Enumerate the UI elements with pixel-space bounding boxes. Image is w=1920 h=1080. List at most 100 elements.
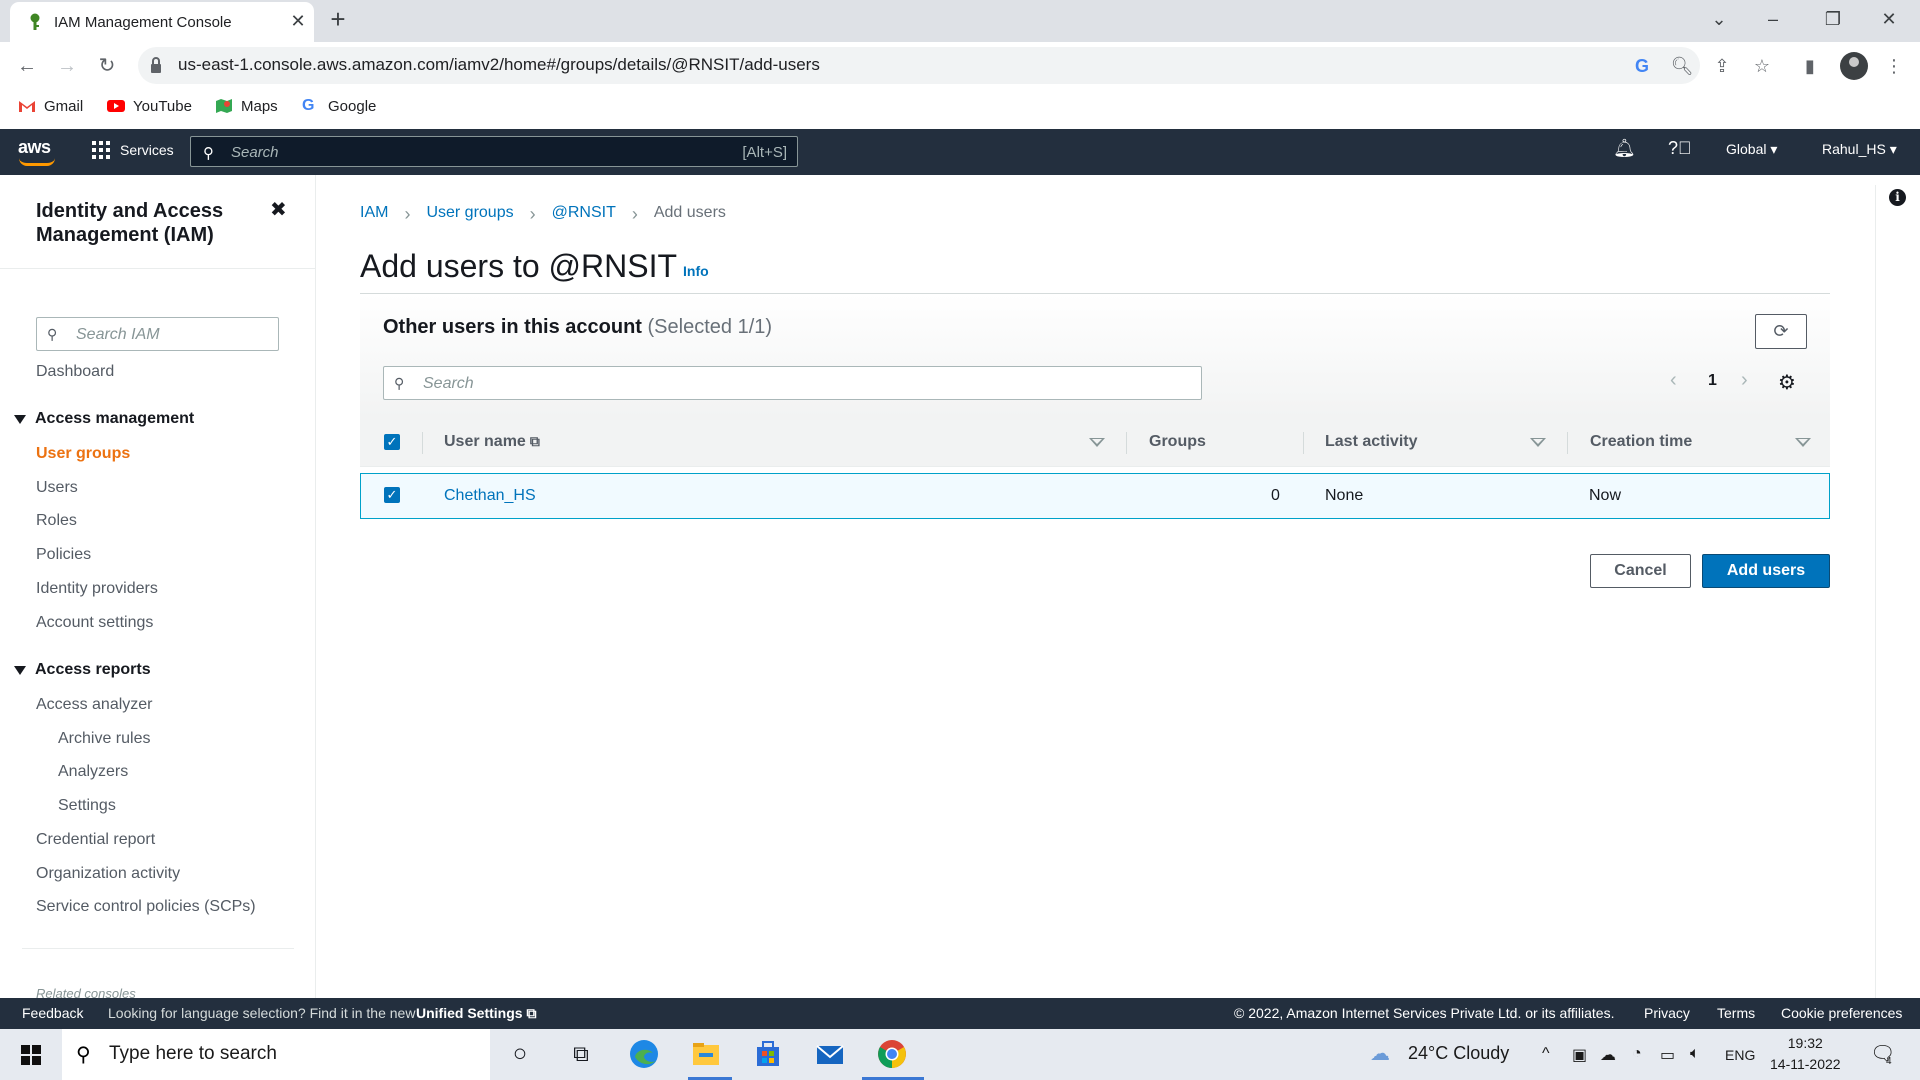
zoom-icon[interactable]: 🔍︎: [1670, 54, 1694, 78]
aws-logo[interactable]: aws: [18, 137, 58, 166]
sort-icon[interactable]: [1530, 438, 1546, 447]
column-header-last-activity[interactable]: Last activity: [1325, 433, 1417, 451]
table-search-input[interactable]: ⚲ Search: [383, 366, 1202, 400]
sidebar-item-scps[interactable]: Service control policies (SCPs): [36, 898, 256, 916]
bookmark-youtube[interactable]: YouTube: [107, 89, 192, 123]
chevron-right-icon: ›: [404, 204, 411, 224]
wifi-icon[interactable]: ◔: [1632, 1045, 1642, 1063]
sort-icon[interactable]: [1795, 438, 1811, 447]
sidebar-item-users[interactable]: Users: [36, 479, 78, 497]
prev-page-icon[interactable]: ‹: [1670, 369, 1677, 392]
profile-avatar[interactable]: [1840, 52, 1868, 80]
taskbar-clock[interactable]: 19:32 14-11-2022: [1770, 1033, 1841, 1075]
sidebar-item-account-settings[interactable]: Account settings: [36, 614, 153, 632]
tab-search-chevron-icon[interactable]: ⌄: [1704, 6, 1734, 32]
breadcrumb-iam[interactable]: IAM: [360, 204, 388, 225]
account-menu[interactable]: Rahul_HS ▾: [1822, 141, 1897, 158]
add-users-button[interactable]: Add users: [1702, 554, 1830, 588]
share-icon[interactable]: ⇪: [1710, 54, 1734, 78]
next-page-icon[interactable]: ›: [1741, 369, 1748, 392]
bookmark-maps[interactable]: Maps: [215, 89, 278, 123]
aws-search-input[interactable]: ⚲ Search [Alt+S]: [190, 136, 798, 167]
sidebar-section-access-reports[interactable]: Access reports: [14, 661, 151, 679]
chrome-menu-icon[interactable]: ⋮: [1882, 54, 1906, 78]
sidebar-item-analyzers[interactable]: Analyzers: [58, 763, 128, 781]
onedrive-icon[interactable]: ☁: [1600, 1045, 1616, 1065]
back-icon[interactable]: ←: [12, 51, 42, 81]
cloudy-weather-icon[interactable]: ☁: [1370, 1041, 1390, 1066]
restore-icon[interactable]: ❐: [1818, 6, 1848, 32]
sidebar-item-settings[interactable]: Settings: [58, 797, 116, 815]
cortana-icon[interactable]: ○: [503, 1037, 537, 1071]
url-text[interactable]: us-east-1.console.aws.amazon.com/iamv2/h…: [178, 55, 820, 75]
sidebar-search-input[interactable]: ⚲ Search IAM: [36, 317, 279, 351]
battery-icon[interactable]: ▭: [1660, 1045, 1675, 1065]
sidebar-close-icon[interactable]: ✖: [270, 197, 287, 222]
column-header-user-name[interactable]: User name ⧉: [444, 433, 540, 451]
refresh-button[interactable]: ⟳: [1755, 314, 1807, 349]
sidebar-item-identity-providers[interactable]: Identity providers: [36, 580, 158, 598]
info-icon[interactable]: i: [1889, 189, 1906, 206]
meet-now-icon[interactable]: ▣: [1572, 1045, 1587, 1065]
window-close-icon[interactable]: ✕: [1874, 6, 1904, 32]
sidebar-item-policies[interactable]: Policies: [36, 546, 91, 564]
terms-link[interactable]: Terms: [1717, 1005, 1755, 1021]
table-row[interactable]: ✓ Chethan_HS 0 None Now: [360, 473, 1830, 519]
language-indicator[interactable]: ENG: [1725, 1047, 1755, 1063]
volume-icon[interactable]: 🔈︎: [1690, 1045, 1700, 1063]
column-header-creation-time[interactable]: Creation time: [1590, 433, 1692, 451]
task-view-icon[interactable]: ⧉: [564, 1037, 598, 1071]
address-bar[interactable]: us-east-1.console.aws.amazon.com/iamv2/h…: [138, 47, 1700, 84]
feedback-link[interactable]: Feedback: [22, 1005, 83, 1021]
tray-chevron-up-icon[interactable]: ^: [1542, 1045, 1550, 1063]
sidebar-item-organization-activity[interactable]: Organization activity: [36, 865, 180, 883]
file-explorer-icon[interactable]: [689, 1037, 723, 1071]
select-all-checkbox[interactable]: ✓: [384, 434, 400, 450]
privacy-link[interactable]: Privacy: [1644, 1005, 1690, 1021]
sidebar-item-user-groups[interactable]: User groups: [36, 445, 130, 463]
cookie-preferences-link[interactable]: Cookie preferences: [1781, 1005, 1902, 1021]
breadcrumb-group[interactable]: @RNSIT: [552, 204, 616, 225]
info-link[interactable]: Info: [683, 263, 709, 279]
breadcrumb-user-groups[interactable]: User groups: [426, 204, 513, 225]
bookmark-google[interactable]: G Google: [302, 89, 376, 123]
help-icon[interactable]: ?⃝: [1668, 138, 1692, 159]
gear-icon[interactable]: ⚙: [1778, 370, 1796, 395]
side-panel-icon[interactable]: ▮: [1798, 54, 1822, 78]
sidebar-item-dashboard[interactable]: Dashboard: [36, 363, 114, 381]
edge-icon[interactable]: [627, 1037, 661, 1071]
lock-icon: [151, 57, 161, 73]
sidebar-item-access-analyzer[interactable]: Access analyzer: [36, 696, 153, 714]
column-header-groups[interactable]: Groups: [1149, 433, 1206, 451]
unified-settings-link[interactable]: Unified Settings ⧉: [416, 1005, 536, 1022]
sidebar-item-roles[interactable]: Roles: [36, 512, 77, 530]
user-name-link[interactable]: Chethan_HS: [444, 487, 536, 505]
windows-start-icon[interactable]: [21, 1045, 41, 1065]
microsoft-store-icon[interactable]: [751, 1037, 785, 1071]
help-panel-rail: i: [1875, 185, 1920, 998]
sidebar-section-access-management[interactable]: Access management: [14, 410, 194, 428]
forward-icon[interactable]: →: [52, 51, 82, 81]
browser-tab[interactable]: IAM Management Console ✕: [10, 2, 314, 42]
region-selector[interactable]: Global ▾: [1726, 141, 1777, 158]
reload-icon[interactable]: ↻: [92, 51, 122, 81]
bookmark-gmail[interactable]: Gmail: [18, 89, 83, 123]
weather-text[interactable]: 24°C Cloudy: [1408, 1043, 1509, 1064]
bookmark-star-icon[interactable]: ☆: [1750, 54, 1774, 78]
sort-icon[interactable]: [1089, 438, 1105, 447]
services-menu-button[interactable]: Services: [92, 141, 174, 159]
sidebar-item-credential-report[interactable]: Credential report: [36, 831, 155, 849]
google-lens-icon[interactable]: G: [1630, 54, 1654, 78]
chrome-icon[interactable]: [875, 1037, 909, 1071]
cancel-button[interactable]: Cancel: [1590, 554, 1691, 588]
tab-close-icon[interactable]: ✕: [288, 11, 308, 31]
page-number[interactable]: 1: [1708, 372, 1717, 390]
taskbar-search-box[interactable]: ⚲ Type here to search: [62, 1029, 490, 1080]
new-tab-icon[interactable]: +: [326, 6, 350, 32]
bell-icon[interactable]: 🔔︎: [1613, 138, 1636, 159]
row-checkbox[interactable]: ✓: [384, 487, 400, 503]
tab-title: IAM Management Console: [54, 14, 232, 31]
minimize-icon[interactable]: –: [1758, 6, 1788, 32]
mail-icon[interactable]: [813, 1037, 847, 1071]
sidebar-item-archive-rules[interactable]: Archive rules: [58, 730, 150, 748]
